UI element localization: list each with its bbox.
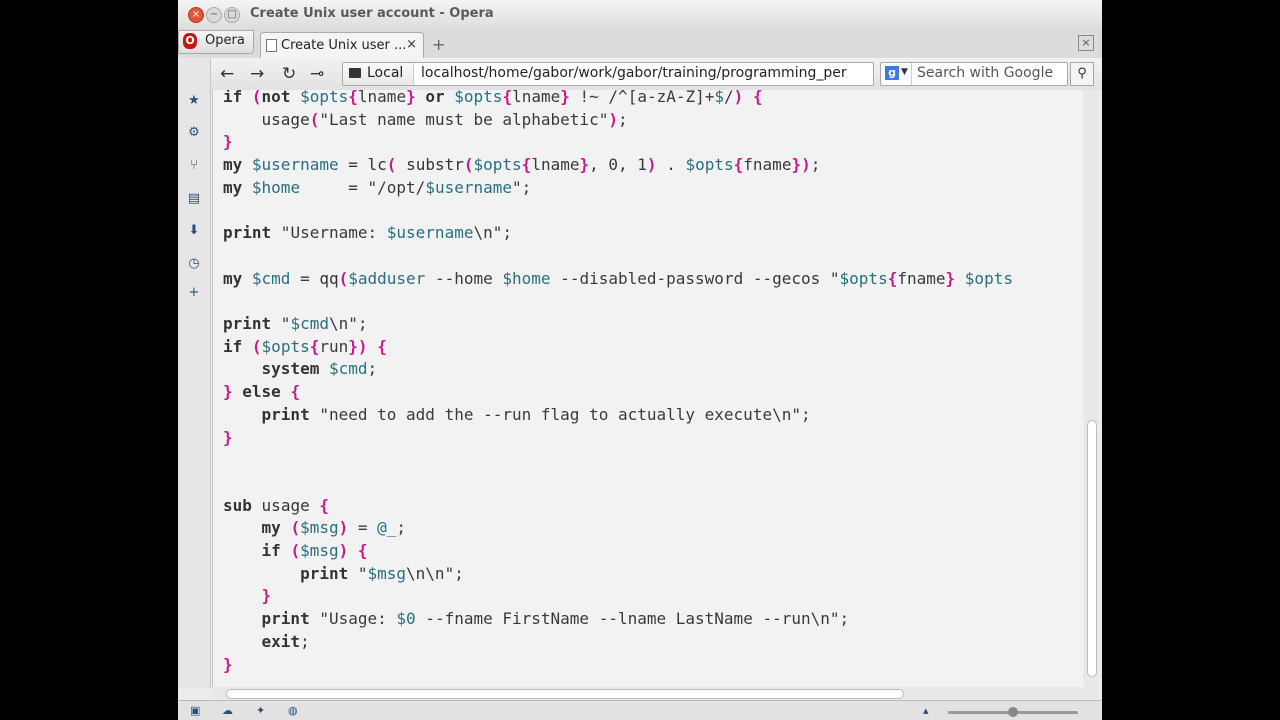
page-content: if (not $opts{lname} or $opts{lname} !~ … bbox=[212, 90, 1083, 687]
side-panel: ★ ⚙ ⑂ ▤ ⬇ ◷ + bbox=[178, 58, 211, 688]
forward-button[interactable]: → bbox=[250, 64, 264, 84]
navigation-bar: ← → ↻ ⊸ Local localhost/home/gabor/work/… bbox=[210, 58, 1102, 90]
code-line: my $username = lc( substr($opts{lname}, … bbox=[223, 155, 821, 175]
key-icon[interactable]: ⊸ bbox=[310, 64, 324, 84]
bookmarks-icon[interactable]: ★ bbox=[187, 94, 201, 108]
panel-icon[interactable]: ▣ bbox=[190, 705, 202, 717]
vertical-scroll-thumb[interactable] bbox=[1087, 420, 1097, 677]
code-line: system $cmd; bbox=[261, 359, 378, 379]
page-icon bbox=[266, 39, 277, 52]
code-line: usage("Last name must be alphabetic"); bbox=[261, 109, 628, 129]
reload-button[interactable]: ↻ bbox=[282, 64, 296, 84]
notes-icon[interactable]: ▤ bbox=[187, 192, 201, 206]
code-line: } bbox=[223, 427, 233, 447]
window-title: Create Unix user account - Opera bbox=[250, 6, 494, 21]
code-line: } bbox=[223, 654, 233, 674]
security-badge[interactable]: Local bbox=[343, 63, 414, 85]
settings-icon[interactable]: ⚙ bbox=[187, 126, 201, 140]
code-line: my $home = "/opt/$username"; bbox=[223, 177, 532, 197]
code-line: my ($msg) = @_; bbox=[261, 518, 407, 538]
horizontal-scrollbar[interactable] bbox=[212, 687, 1098, 699]
unite-status-icon[interactable]: ☁ bbox=[222, 705, 234, 717]
unite-icon[interactable]: ⑂ bbox=[187, 159, 201, 173]
opera-logo-icon: O bbox=[183, 33, 197, 49]
zoom-slider-knob[interactable] bbox=[1008, 707, 1018, 717]
new-tab-button[interactable]: + bbox=[432, 35, 445, 54]
downloads-icon[interactable]: ⬇ bbox=[187, 224, 201, 238]
minimize-window-button[interactable]: − bbox=[206, 7, 222, 23]
view-icon[interactable]: ▴ bbox=[923, 705, 935, 717]
chevron-down-icon: ▼ bbox=[901, 67, 908, 77]
back-button[interactable]: ← bbox=[220, 64, 234, 84]
code-line: print "Username: $username\n"; bbox=[223, 223, 512, 243]
security-label: Local bbox=[367, 65, 404, 81]
code-line: if ($msg) { bbox=[261, 541, 368, 561]
code-line: exit; bbox=[261, 631, 310, 651]
tab-label: Create Unix user ... bbox=[281, 38, 407, 53]
code-line: print "need to add the --run flag to act… bbox=[261, 404, 811, 424]
closed-tabs-icon[interactable]: × bbox=[1078, 35, 1094, 51]
tab-bar: O Opera Create Unix user ... × + × bbox=[178, 30, 1102, 59]
add-panel-icon[interactable]: + bbox=[187, 286, 201, 300]
history-icon[interactable]: ◷ bbox=[187, 257, 201, 271]
close-window-button[interactable]: × bbox=[188, 7, 204, 23]
code-line: my $cmd = qq($adduser --home $home --dis… bbox=[223, 268, 1013, 288]
opera-menu-label: Opera bbox=[205, 33, 245, 48]
speed-dial-icon[interactable]: ◍ bbox=[288, 705, 300, 717]
google-icon: g bbox=[885, 66, 899, 80]
code-line: } else { bbox=[223, 382, 301, 402]
address-bar[interactable]: Local localhost/home/gabor/work/gabor/tr… bbox=[342, 62, 874, 86]
turbo-icon[interactable]: ✦ bbox=[256, 705, 268, 717]
monitor-icon bbox=[349, 68, 361, 78]
search-placeholder: Search with Google bbox=[917, 65, 1054, 81]
code-line: } bbox=[261, 586, 272, 606]
code-listing: if (not $opts{lname} or $opts{lname} !~ … bbox=[223, 90, 1013, 676]
code-line: } bbox=[223, 132, 233, 152]
search-button[interactable]: ⚲ bbox=[1070, 62, 1094, 86]
search-field[interactable]: g ▼ Search with Google bbox=[880, 62, 1068, 86]
code-line: if (not $opts{lname} or $opts{lname} !~ … bbox=[223, 90, 763, 106]
search-engine-selector[interactable]: g ▼ bbox=[881, 63, 912, 85]
opera-menu-button[interactable]: O Opera bbox=[178, 30, 254, 54]
url-text[interactable]: localhost/home/gabor/work/gabor/training… bbox=[421, 65, 869, 81]
code-line: print "$msg\n\n"; bbox=[300, 563, 464, 583]
horizontal-scroll-thumb[interactable] bbox=[226, 689, 904, 699]
tab-create-unix-user[interactable]: Create Unix user ... × bbox=[260, 32, 424, 58]
title-bar: × − □ Create Unix user account - Opera bbox=[178, 0, 1102, 30]
code-line: if ($opts{run}) { bbox=[223, 336, 387, 356]
close-tab-icon[interactable]: × bbox=[406, 37, 417, 52]
maximize-window-button[interactable]: □ bbox=[224, 7, 240, 23]
code-line: print "Usage: $0 --fname FirstName --lna… bbox=[261, 609, 850, 629]
status-bar: ▣ ☁ ✦ ◍ ▴ bbox=[178, 700, 1102, 720]
code-line: print "$cmd\n"; bbox=[223, 314, 368, 334]
code-line: sub usage { bbox=[223, 495, 329, 515]
vertical-scrollbar[interactable] bbox=[1084, 90, 1098, 687]
browser-window: × − □ Create Unix user account - Opera O… bbox=[178, 0, 1102, 720]
